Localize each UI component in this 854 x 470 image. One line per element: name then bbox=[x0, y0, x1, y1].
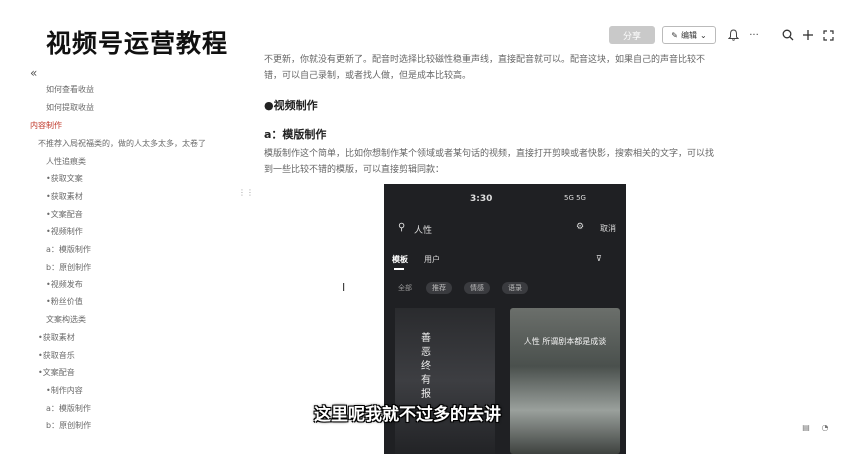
toc-item[interactable]: b：原创制作 bbox=[46, 420, 91, 431]
pencil-icon: ✎ bbox=[671, 30, 678, 40]
phone-status: 5G 5G bbox=[564, 194, 586, 202]
thumbnail-right-text: 人性 所谓剧本都是成谈 bbox=[523, 337, 607, 346]
toc-item[interactable]: a：模版制作 bbox=[46, 403, 91, 414]
text-cursor-icon: I bbox=[342, 281, 346, 294]
search-icon[interactable] bbox=[780, 27, 796, 43]
drag-handle-icon[interactable]: ⋮⋮ bbox=[238, 186, 254, 198]
heading-video-production: ●视频制作 bbox=[264, 99, 318, 112]
toc-item[interactable]: •获取文案 bbox=[46, 173, 83, 184]
paragraph-line: 模版制作这个简单，比如你想制作某个领域或者某句话的视频，直接打开剪映或者快影，搜… bbox=[264, 149, 715, 159]
heading-template-production: a：模版制作 bbox=[264, 128, 327, 141]
toc-item[interactable]: •视频制作 bbox=[46, 226, 83, 237]
help-icon[interactable]: ◔ bbox=[818, 422, 832, 432]
expand-icon[interactable] bbox=[820, 27, 836, 43]
edit-button-label: 编辑 bbox=[681, 30, 697, 40]
phone-filter-icon: ⊽ bbox=[596, 254, 602, 263]
phone-tab-template: 模板 bbox=[392, 255, 408, 264]
bell-icon[interactable] bbox=[726, 27, 740, 43]
toc-item[interactable]: 如何提取收益 bbox=[46, 102, 94, 113]
video-subtitle: 这里呢我就不过多的去讲 bbox=[314, 405, 501, 425]
paragraph-line: 错，可以自己录制，或者找人做，但是成本比较高。 bbox=[264, 71, 472, 81]
page-brand-title: 视频号运营教程 bbox=[46, 29, 229, 58]
toc-item[interactable]: •文案配音 bbox=[38, 367, 75, 378]
toc-item[interactable]: a：模版制作 bbox=[46, 244, 91, 255]
paragraph-line: 不更新，你就没有更新了。配音时选择比较磁性稳重声线，直接配音就可以。配音这块，如… bbox=[264, 55, 706, 65]
phone-filter-label: 全部 bbox=[398, 284, 412, 292]
phone-chip: 情感 bbox=[464, 282, 490, 294]
phone-search-text: 人性 bbox=[414, 226, 433, 236]
phone-thumbnail-right: 人性 所谓剧本都是成谈 bbox=[510, 308, 620, 454]
phone-chip: 推荐 bbox=[426, 282, 452, 294]
add-icon[interactable] bbox=[800, 27, 816, 43]
more-icon[interactable]: ··· bbox=[746, 27, 762, 43]
phone-chip: 语录 bbox=[502, 282, 528, 294]
toc-item[interactable]: 人性追痕类 bbox=[46, 156, 86, 167]
phone-tab-user: 用户 bbox=[424, 255, 440, 264]
share-button[interactable]: 分享 bbox=[609, 26, 655, 44]
toc-item[interactable]: •获取素材 bbox=[46, 191, 83, 202]
toc-item[interactable]: 不推荐入局祝福类的，做的人太多太多，太卷了 bbox=[38, 138, 206, 149]
toc-item[interactable]: 文案构选类 bbox=[46, 314, 86, 325]
toc-item[interactable]: •获取素材 bbox=[38, 332, 75, 343]
phone-time: 3:30 bbox=[470, 194, 493, 204]
phone-thumbnail-left: 善 恶 终 有 报 bbox=[395, 308, 495, 454]
toc-item[interactable]: •粉丝价值 bbox=[46, 296, 83, 307]
chevron-down-icon: ⌄ bbox=[700, 30, 707, 40]
toc-item[interactable]: •制作内容 bbox=[46, 385, 83, 396]
toc-item[interactable]: •视频发布 bbox=[46, 279, 83, 290]
thumbnail-left-text: 善 恶 终 有 报 bbox=[421, 333, 431, 400]
phone-tab-underline bbox=[394, 268, 404, 270]
phone-search-icon: ⚲ bbox=[398, 222, 406, 233]
phone-cancel: 取消 bbox=[600, 224, 616, 233]
toc-item[interactable]: 如何查看收益 bbox=[46, 84, 94, 95]
toc-item[interactable]: •文案配音 bbox=[46, 209, 83, 220]
toc-item[interactable]: 内容制作 bbox=[30, 120, 62, 131]
toc-item[interactable]: •获取音乐 bbox=[38, 350, 75, 361]
toc-item[interactable]: b：原创制作 bbox=[46, 262, 91, 273]
outline-icon[interactable]: ▤ bbox=[801, 422, 811, 432]
sidebar-collapse-icon[interactable]: « bbox=[30, 66, 37, 80]
paragraph-line: 到一些比较不错的模版，可以直接剪辑同款： bbox=[264, 165, 445, 175]
phone-settings-icon: ⚙ bbox=[576, 222, 585, 232]
edit-button[interactable]: ✎ 编辑 ⌄ bbox=[662, 26, 716, 44]
